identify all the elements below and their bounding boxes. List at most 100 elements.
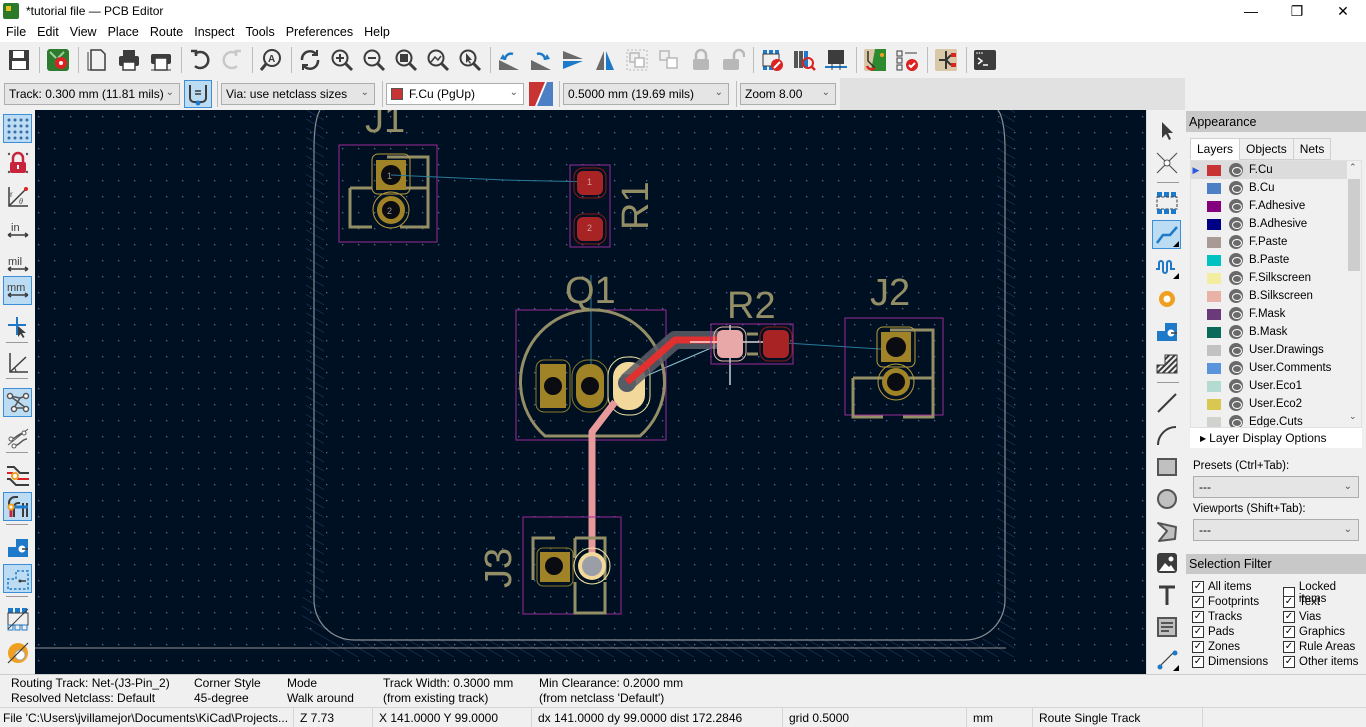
checkbox[interactable]: ✓ — [1192, 656, 1204, 668]
pad-display-icon[interactable] — [3, 532, 32, 561]
print-icon[interactable] — [114, 45, 144, 75]
layer-list-scrollbar[interactable]: ⌃ ⌄ — [1347, 161, 1361, 427]
circle-icon[interactable] — [1152, 484, 1181, 513]
checkbox[interactable]: ✓ — [1283, 641, 1295, 653]
tab-layers[interactable]: Layers — [1190, 138, 1241, 160]
local-ratsnest-icon[interactable] — [1152, 148, 1181, 177]
layer-color-swatch[interactable] — [1207, 362, 1221, 374]
update-pcb-icon[interactable] — [860, 45, 890, 75]
layer-row[interactable]: F.Mask — [1191, 305, 1349, 323]
grid-select[interactable]: 0.5000 mm (19.69 mils) ⌄ — [563, 83, 729, 105]
select-icon[interactable] — [1152, 116, 1181, 145]
layer-display-options-toggle[interactable]: ▶ Layer Display Options — [1190, 428, 1362, 448]
selection-filter-item[interactable]: ✓ Footprints — [1192, 596, 1259, 608]
dimension-icon[interactable] — [1152, 644, 1181, 673]
layer-color-swatch[interactable] — [1207, 272, 1221, 284]
zoom-in-icon[interactable] — [327, 45, 357, 75]
footprint-display-icon[interactable] — [3, 604, 32, 633]
add-zone-icon[interactable] — [1152, 316, 1181, 345]
layer-row[interactable]: B.Adhesive — [1191, 215, 1349, 233]
viewports-select[interactable]: --- ⌄ — [1193, 519, 1359, 541]
menu-inspect[interactable]: Inspect — [188, 25, 239, 39]
checkbox[interactable]: ✓ — [1192, 611, 1204, 623]
visibility-eye-icon[interactable] — [1229, 397, 1243, 411]
menu-preferences[interactable]: Preferences — [280, 25, 358, 39]
line-icon[interactable] — [1152, 388, 1181, 417]
add-via-icon[interactable] — [1152, 284, 1181, 313]
plot-icon[interactable] — [146, 45, 176, 75]
grid-lock-icon[interactable] — [3, 148, 32, 177]
visibility-eye-icon[interactable] — [1229, 415, 1243, 427]
zone-display-icon[interactable] — [3, 564, 32, 593]
layer-color-swatch[interactable] — [1207, 380, 1221, 392]
close-button[interactable]: ✕ — [1320, 0, 1366, 22]
angle-constraint-icon[interactable] — [3, 348, 32, 377]
layer-color-swatch[interactable] — [1207, 416, 1221, 427]
layer-row[interactable]: User.Eco2 — [1191, 395, 1349, 413]
zoom-select[interactable]: Zoom 8.00 ⌄ — [740, 83, 836, 105]
restore-button[interactable]: ❐ — [1274, 0, 1320, 22]
menu-help[interactable]: Help — [358, 25, 395, 39]
pcb-canvas[interactable]: 1 2 J1 1 2 R1 Q1 R2 J2 J3 — [35, 110, 1146, 674]
checkbox[interactable]: ✓ — [1192, 626, 1204, 638]
visibility-eye-icon[interactable] — [1229, 379, 1243, 393]
selection-filter-item[interactable]: ✓ Other items — [1283, 656, 1358, 668]
layer-row[interactable]: B.Silkscreen — [1191, 287, 1349, 305]
layer-row[interactable]: User.Comments — [1191, 359, 1349, 377]
selection-filter-item[interactable]: ✓ Text — [1283, 596, 1320, 608]
zoom-objects-icon[interactable] — [423, 45, 453, 75]
redo-icon[interactable] — [217, 45, 247, 75]
visibility-eye-icon[interactable] — [1229, 271, 1243, 285]
add-footprint-icon[interactable] — [1152, 188, 1181, 217]
tune-length-icon[interactable] — [1152, 252, 1181, 281]
tab-objects[interactable]: Objects — [1239, 138, 1294, 160]
layer-color-swatch[interactable] — [1207, 344, 1221, 356]
scroll-down-icon[interactable]: ⌄ — [1349, 411, 1357, 422]
selection-filter-item[interactable]: ✓ Pads — [1192, 626, 1234, 638]
checkbox[interactable]: ✓ — [1283, 626, 1295, 638]
page-settings-icon[interactable] — [82, 45, 112, 75]
text-icon[interactable] — [1152, 580, 1181, 609]
zoom-selection-icon[interactable] — [455, 45, 485, 75]
checkbox[interactable]: ✓ — [1283, 596, 1295, 608]
cursor-icon[interactable] — [3, 312, 32, 341]
layer-color-swatch[interactable] — [1207, 254, 1221, 266]
footprint-editor-icon[interactable] — [757, 45, 787, 75]
track-display-icon[interactable] — [3, 492, 32, 521]
checkbox[interactable]: ✓ — [1283, 611, 1295, 623]
grid-icon[interactable] — [3, 114, 32, 143]
board-setup-icon[interactable] — [43, 45, 73, 75]
layer-color-swatch[interactable] — [1207, 200, 1221, 212]
layer-row[interactable]: B.Mask — [1191, 323, 1349, 341]
find-icon[interactable]: A — [256, 45, 286, 75]
layer-row[interactable]: User.Eco1 — [1191, 377, 1349, 395]
image-icon[interactable] — [1152, 548, 1181, 577]
layer-select[interactable]: F.Cu (PgUp) ⌄ — [386, 83, 524, 105]
layer-row[interactable]: F.Silkscreen — [1191, 269, 1349, 287]
via-display-icon[interactable] — [3, 638, 32, 667]
flip-icon[interactable] — [558, 45, 588, 75]
mirror-icon[interactable] — [590, 45, 620, 75]
layer-color-swatch[interactable] — [1207, 290, 1221, 302]
auto-track-width-icon[interactable] — [184, 80, 212, 108]
minimize-button[interactable]: — — [1228, 0, 1274, 22]
drc-icon[interactable] — [892, 45, 922, 75]
net-highlight-icon[interactable] — [3, 460, 32, 489]
layer-row[interactable]: ▶ F.Cu — [1191, 161, 1349, 179]
layer-color-swatch[interactable] — [1207, 326, 1221, 338]
schematic-icon[interactable] — [931, 45, 961, 75]
ratsnest-icon[interactable] — [3, 388, 32, 417]
selection-filter-item[interactable]: ✓ Rule Areas — [1283, 641, 1355, 653]
selection-filter-item[interactable]: ✓ Zones — [1192, 641, 1240, 653]
visibility-eye-icon[interactable] — [1229, 253, 1243, 267]
layer-row[interactable]: Edge.Cuts — [1191, 413, 1349, 427]
route-track-icon[interactable] — [1152, 220, 1181, 249]
redraw-icon[interactable] — [295, 45, 325, 75]
layer-color-swatch[interactable] — [1207, 398, 1221, 410]
rotate-cw-icon[interactable] — [526, 45, 556, 75]
rotate-ccw-icon[interactable] — [494, 45, 524, 75]
3d-viewer-icon[interactable] — [821, 45, 851, 75]
selection-filter-item[interactable]: ✓ Dimensions — [1192, 656, 1268, 668]
visibility-eye-icon[interactable] — [1229, 181, 1243, 195]
save-icon[interactable] — [4, 45, 34, 75]
